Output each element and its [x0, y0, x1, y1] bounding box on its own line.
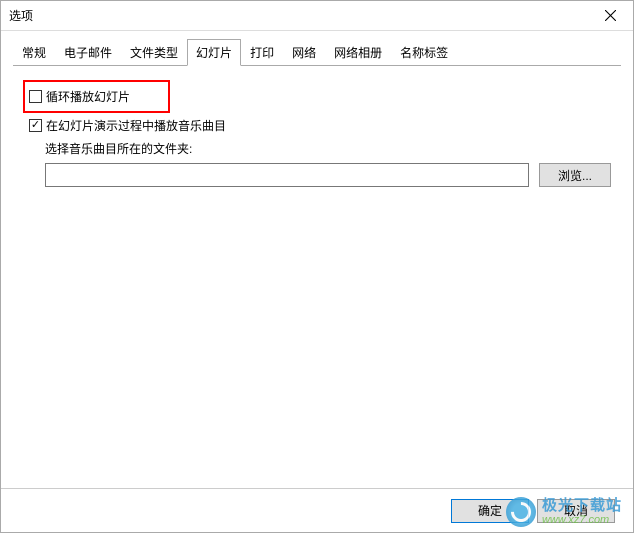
music-folder-label: 选择音乐曲目所在的文件夹: [45, 140, 611, 157]
tab-strip: 常规 电子邮件 文件类型 幻灯片 打印 网络 网络相册 名称标签 [13, 39, 621, 66]
tab-network[interactable]: 网络 [283, 39, 325, 65]
close-button[interactable] [588, 1, 633, 31]
tab-print[interactable]: 打印 [241, 39, 283, 65]
tab-filetypes[interactable]: 文件类型 [121, 39, 187, 65]
music-folder-row: 浏览... [45, 163, 611, 187]
music-folder-input[interactable] [45, 163, 529, 187]
dialog-content: 常规 电子邮件 文件类型 幻灯片 打印 网络 网络相册 名称标签 循环播放幻灯片… [1, 31, 633, 488]
highlight-annotation: 循环播放幻灯片 [23, 80, 170, 113]
ok-button[interactable]: 确定 [451, 499, 529, 523]
loop-slideshow-checkbox[interactable] [29, 90, 42, 103]
tab-email[interactable]: 电子邮件 [55, 39, 121, 65]
close-icon [605, 10, 616, 21]
titlebar: 选项 [1, 1, 633, 31]
options-dialog: 选项 常规 电子邮件 文件类型 幻灯片 打印 网络 网络相册 名称标签 循环播放… [0, 0, 634, 533]
window-title: 选项 [9, 7, 33, 24]
loop-slideshow-label: 循环播放幻灯片 [46, 88, 130, 105]
cancel-button[interactable]: 取消 [537, 499, 615, 523]
dialog-footer: 确定 取消 [1, 488, 633, 532]
tab-slideshow[interactable]: 幻灯片 [187, 39, 241, 66]
tab-webalbum[interactable]: 网络相册 [325, 39, 391, 65]
slideshow-panel: 循环播放幻灯片 在幻灯片演示过程中播放音乐曲目 选择音乐曲目所在的文件夹: 浏览… [13, 66, 621, 476]
browse-button[interactable]: 浏览... [539, 163, 611, 187]
play-music-label: 在幻灯片演示过程中播放音乐曲目 [46, 117, 226, 134]
tab-general[interactable]: 常规 [13, 39, 55, 65]
play-music-checkbox[interactable] [29, 119, 42, 132]
tab-nametag[interactable]: 名称标签 [391, 39, 457, 65]
play-music-row: 在幻灯片演示过程中播放音乐曲目 [23, 117, 611, 134]
